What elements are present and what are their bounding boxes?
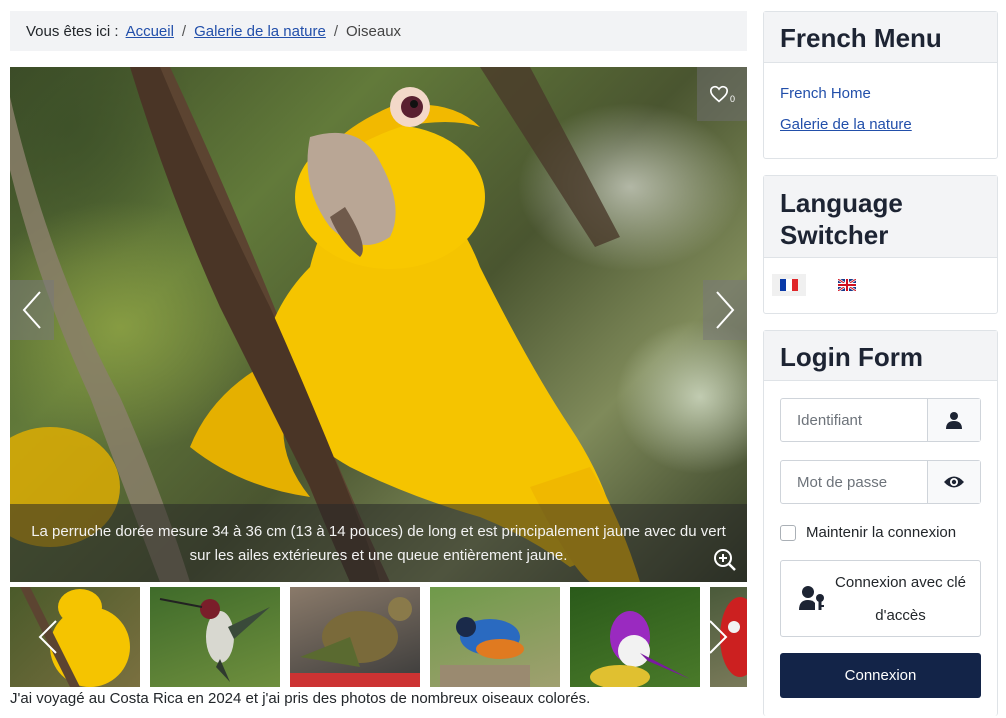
show-password-button[interactable] bbox=[927, 461, 980, 503]
thumbnail-golden-parakeet[interactable] bbox=[10, 587, 140, 687]
menu-link-nature-gallery[interactable]: Galerie de la nature bbox=[780, 116, 981, 133]
language-switcher-title: Language Switcher bbox=[764, 176, 997, 258]
passkey-label-line2: d'accès bbox=[875, 606, 926, 624]
french-flag-icon[interactable] bbox=[772, 274, 806, 296]
eye-icon bbox=[944, 476, 964, 488]
login-submit-button[interactable]: Connexion bbox=[780, 653, 981, 698]
breadcrumb-separator: / bbox=[181, 22, 187, 40]
breadcrumb-link-gallery[interactable]: Galerie de la nature bbox=[194, 23, 326, 40]
remember-checkbox[interactable] bbox=[780, 524, 796, 541]
breadcrumb-separator: / bbox=[333, 22, 339, 40]
remember-label: Maintenir la connexion bbox=[806, 524, 957, 541]
slide-prev-button[interactable] bbox=[10, 280, 54, 340]
favorite-button[interactable]: 0 bbox=[697, 67, 747, 121]
passkey-icon bbox=[799, 585, 824, 610]
language-switcher-card: Language Switcher bbox=[763, 175, 998, 314]
thumbnail-superb-starling[interactable] bbox=[430, 587, 560, 687]
username-input[interactable] bbox=[781, 399, 927, 441]
user-icon bbox=[927, 399, 980, 441]
passkey-label: Connexion avec clé d'accès bbox=[827, 566, 980, 632]
password-field bbox=[780, 460, 981, 504]
passkey-label-line1: Connexion avec clé bbox=[835, 573, 966, 591]
breadcrumb: Vous êtes ici : Accueil / Galerie de la … bbox=[10, 11, 747, 51]
menu-title: French Menu bbox=[764, 12, 997, 63]
username-field bbox=[780, 398, 981, 442]
uk-flag-icon[interactable] bbox=[830, 274, 864, 296]
login-title: Login Form bbox=[764, 331, 997, 381]
slide-next-button[interactable] bbox=[703, 280, 747, 340]
favorite-count: 0 bbox=[729, 94, 735, 104]
remember-me[interactable]: Maintenir la connexion bbox=[780, 524, 956, 541]
zoom-in-icon[interactable] bbox=[713, 548, 737, 572]
breadcrumb-prefix: Vous êtes ici : bbox=[26, 22, 119, 40]
chevron-right-icon bbox=[716, 291, 735, 329]
passkey-login-button[interactable]: Connexion avec clé d'accès bbox=[780, 560, 981, 637]
login-card: Login Form Maintenir la connexion bbox=[763, 330, 998, 716]
password-input[interactable] bbox=[781, 461, 927, 503]
heart-icon bbox=[709, 85, 728, 103]
chevron-left-icon bbox=[22, 291, 41, 329]
thumbnail-hummingbird[interactable] bbox=[150, 587, 280, 687]
menu-link-french-home[interactable]: French Home bbox=[780, 85, 981, 102]
gallery-description: J'ai voyagé au Costa Rica en 2024 et j'a… bbox=[10, 690, 591, 707]
thumbnail-violet-backed-starling[interactable] bbox=[570, 587, 700, 687]
thumbnail-kea[interactable] bbox=[290, 587, 420, 687]
thumbnail-prev-icon[interactable] bbox=[36, 619, 60, 655]
gallery-main-slide[interactable]: 0 La perruche dorée mesure 34 à 36 cm (1… bbox=[10, 67, 747, 582]
language-title-line2: Switcher bbox=[780, 220, 889, 250]
thumbnail-next-icon[interactable] bbox=[706, 619, 730, 655]
menu-card: French Menu French Home Galerie de la na… bbox=[763, 11, 998, 159]
slide-caption: La perruche dorée mesure 34 à 36 cm (13 … bbox=[10, 504, 747, 582]
language-title-line1: Language bbox=[780, 188, 903, 218]
thumbnail-strip bbox=[10, 587, 747, 687]
breadcrumb-link-home[interactable]: Accueil bbox=[126, 23, 174, 40]
breadcrumb-current: Oiseaux bbox=[346, 22, 402, 40]
